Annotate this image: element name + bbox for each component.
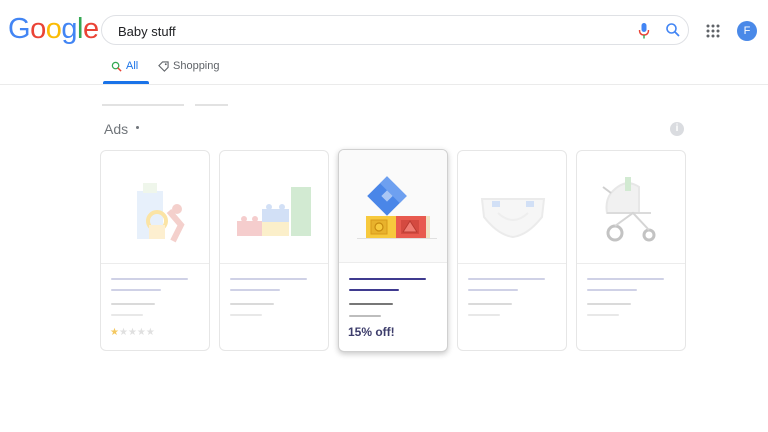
star-icon: ★	[136, 327, 146, 338]
tab-all-label: All	[126, 60, 139, 72]
title-placeholder	[349, 289, 399, 291]
diaper-image	[480, 198, 546, 239]
store-placeholder	[349, 315, 381, 317]
account-avatar[interactable]: F	[737, 21, 757, 41]
logo-letter: o	[30, 13, 46, 45]
store-placeholder	[468, 314, 500, 316]
logo-letter: e	[82, 13, 99, 45]
title-placeholder	[587, 278, 664, 280]
alphabet-blocks-image	[357, 176, 437, 239]
price-placeholder	[349, 303, 393, 305]
product-image	[220, 151, 328, 264]
title-placeholder	[111, 289, 161, 291]
title-placeholder	[468, 289, 518, 291]
apps-grid-icon[interactable]	[706, 24, 720, 38]
search-icon	[111, 61, 122, 72]
product-image	[339, 150, 447, 263]
ads-dot	[136, 126, 139, 129]
search-input[interactable]: Baby stuff	[118, 24, 176, 39]
ads-label: Ads	[104, 121, 129, 137]
star-icon: ★	[118, 327, 128, 338]
header-divider	[0, 84, 768, 85]
star-icon: ★	[110, 327, 119, 338]
title-placeholder	[230, 278, 307, 280]
baby-toy-image	[137, 183, 185, 243]
logo-letter: o	[45, 13, 62, 45]
product-card[interactable]	[219, 150, 329, 351]
product-card[interactable]	[457, 150, 567, 351]
price-placeholder	[468, 303, 512, 305]
product-card-active[interactable]: 15% off!	[338, 149, 448, 352]
toy-blocks-image	[237, 187, 311, 236]
search-box[interactable]: Baby stuff	[101, 15, 689, 45]
title-placeholder	[111, 278, 188, 280]
title-placeholder	[587, 289, 637, 291]
tab-shopping[interactable]: Shopping	[158, 60, 220, 72]
store-placeholder	[587, 314, 619, 316]
tab-all[interactable]: All	[111, 60, 138, 72]
search-icon[interactable]	[665, 22, 681, 38]
price-placeholder	[111, 303, 155, 305]
title-placeholder	[230, 289, 280, 291]
discount-label: 15% off!	[348, 325, 395, 339]
product-image	[577, 151, 685, 264]
star-icon: ★	[127, 327, 137, 338]
product-image	[458, 151, 566, 264]
logo-letter: g	[61, 13, 77, 45]
tag-icon	[158, 60, 169, 72]
google-logo[interactable]: Google	[8, 13, 99, 46]
product-card[interactable]: ★★★★★	[100, 150, 210, 351]
store-placeholder	[111, 314, 143, 316]
store-placeholder	[230, 314, 262, 316]
tab-shopping-label: Shopping	[173, 60, 220, 72]
rating-stars: ★★★★★	[110, 327, 155, 338]
price-placeholder	[587, 303, 631, 305]
star-icon: ★	[145, 327, 155, 338]
product-card[interactable]	[576, 150, 686, 351]
search-tabs: All Shopping	[103, 56, 703, 84]
info-icon[interactable]: i	[670, 122, 684, 136]
title-placeholder	[349, 278, 426, 280]
microphone-icon[interactable]	[638, 22, 650, 40]
placeholder-bar	[195, 104, 228, 106]
product-image	[101, 151, 209, 264]
logo-letter: G	[8, 13, 31, 45]
stroller-image	[602, 177, 656, 242]
placeholder-bar	[102, 104, 184, 106]
title-placeholder	[468, 278, 545, 280]
price-placeholder	[230, 303, 274, 305]
